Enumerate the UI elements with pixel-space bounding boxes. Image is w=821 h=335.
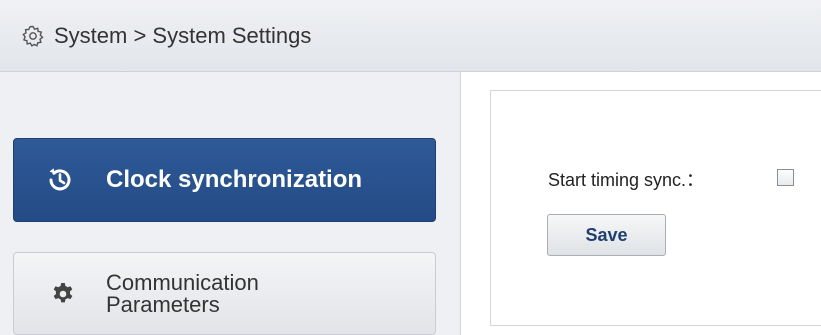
sidebar-item-label: Communication Parameters: [106, 269, 259, 317]
start-timing-sync-checkbox[interactable]: [777, 169, 794, 186]
sidebar-item-communication-parameters[interactable]: Communication Parameters: [13, 252, 436, 335]
breadcrumb: System > System Settings: [54, 22, 312, 48]
sidebar: Clock synchronization Communication Para…: [0, 72, 461, 335]
settings-panel: [490, 90, 821, 326]
start-timing-sync-label: Start timing sync.：: [548, 170, 705, 190]
history-clock-icon: [44, 164, 76, 196]
gear-icon: [50, 281, 76, 307]
gear-outline-icon: [20, 23, 46, 49]
sidebar-item-clock-synchronization[interactable]: Clock synchronization: [13, 138, 436, 222]
title-bar: System > System Settings: [0, 0, 821, 72]
save-button[interactable]: Save: [547, 214, 666, 256]
sidebar-item-label: Clock synchronization: [106, 166, 363, 193]
